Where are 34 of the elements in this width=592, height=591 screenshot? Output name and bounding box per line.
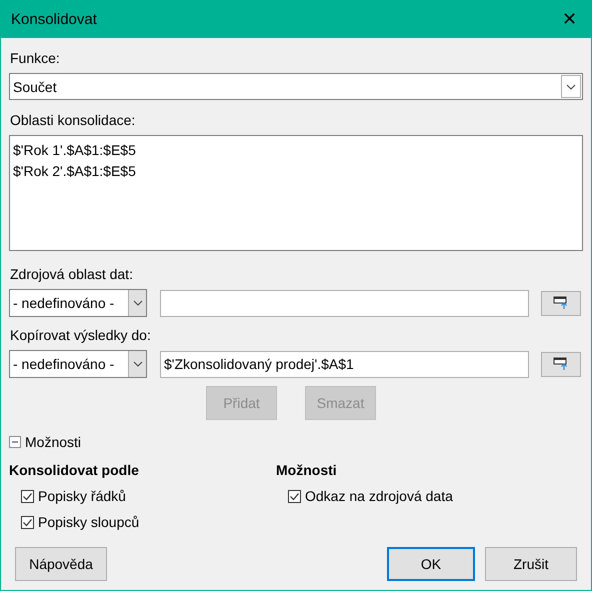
shrink-icon	[553, 296, 569, 310]
shrink-button[interactable]	[541, 290, 581, 316]
target-range-field[interactable]: $'Zkonsolidovaný prodej'.$A$1	[160, 350, 529, 378]
dialog-button[interactable]: OK	[387, 547, 475, 581]
help-button[interactable]: Nápověda	[15, 547, 107, 581]
dialog-button[interactable]: Zrušit	[485, 547, 577, 581]
range-item[interactable]: $'Rok 2'.$A$1:$E$5	[12, 161, 137, 182]
field-label: Kopírovat výsledky do:	[10, 326, 151, 344]
source-range-field[interactable]	[160, 290, 529, 316]
checkbox-label[interactable]: Popisky řádků	[38, 486, 126, 506]
function-dropdown[interactable]: Součet	[9, 73, 583, 100]
field-label: Funkce:	[10, 49, 60, 67]
window-title: Konsolidovat	[11, 10, 97, 28]
shrink-icon	[553, 357, 569, 371]
group-heading: Možnosti	[276, 462, 337, 478]
field-label: Zdrojová oblast dat:	[10, 265, 133, 283]
range-item[interactable]: $'Rok 1'.$A$1:$E$5	[12, 140, 137, 161]
checkbox-label[interactable]: Popisky sloupců	[38, 512, 140, 532]
checkbox-label[interactable]: Odkaz na zdrojová data	[305, 486, 453, 506]
minus-icon[interactable]	[9, 436, 21, 448]
checkbox[interactable]	[288, 490, 301, 502]
chevron-down-icon	[132, 300, 142, 306]
shrink-button[interactable]	[541, 352, 581, 376]
close-button[interactable]: ✕	[558, 8, 581, 30]
ranges-list[interactable]: $'Rok 1'.$A$1:$E$5 $'Rok 2'.$A$1:$E$5	[9, 135, 583, 251]
group-heading: Konsolidovat podle	[9, 462, 139, 478]
checkbox[interactable]	[21, 490, 34, 502]
expander-label[interactable]: Možnosti	[25, 434, 82, 450]
chevron-down-icon	[132, 361, 142, 367]
range-dropdown[interactable]: - nedefinováno -	[9, 289, 147, 317]
chevron-down-icon	[566, 84, 576, 90]
checkbox[interactable]	[21, 516, 34, 528]
field-label: Oblasti konsolidace:	[10, 111, 136, 129]
range-dropdown[interactable]: - nedefinováno -	[9, 350, 147, 378]
